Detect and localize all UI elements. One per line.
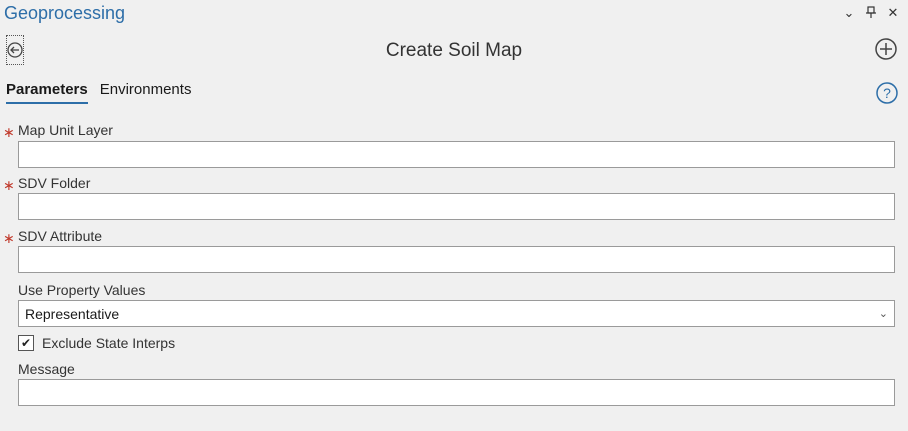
- tab-environments[interactable]: Environments: [100, 81, 192, 104]
- map-unit-layer-input[interactable]: [18, 141, 895, 168]
- tool-header: Create Soil Map: [0, 31, 908, 69]
- pane-title: Geoprocessing: [4, 3, 126, 23]
- pane-controls: ⌄ ✕: [842, 5, 900, 21]
- map-unit-layer-label: Map Unit Layer: [18, 122, 113, 138]
- sdv-folder-input[interactable]: [18, 193, 895, 220]
- required-icon: ∗: [3, 177, 15, 193]
- close-icon[interactable]: ✕: [886, 5, 900, 21]
- required-icon: ∗: [3, 124, 15, 140]
- pin-icon[interactable]: [864, 5, 878, 21]
- help-icon[interactable]: ?: [876, 82, 898, 104]
- exclude-state-interps-row[interactable]: ✔ Exclude State Interps: [18, 335, 175, 351]
- message-label: Message: [18, 361, 75, 377]
- exclude-state-interps-checkbox[interactable]: ✔: [18, 335, 34, 351]
- sdv-attribute-input[interactable]: [18, 246, 895, 273]
- use-property-values-label: Use Property Values: [18, 282, 146, 298]
- message-field[interactable]: [18, 379, 895, 406]
- use-property-values-value: Representative: [25, 305, 120, 322]
- tab-strip: Parameters Environments: [6, 81, 191, 104]
- tab-parameters[interactable]: Parameters: [6, 81, 88, 104]
- exclude-state-interps-label: Exclude State Interps: [42, 335, 176, 351]
- chevron-down-icon: ⌄: [878, 308, 888, 320]
- sdv-attribute-label: SDV Attribute: [18, 228, 103, 244]
- checkmark-icon: ✔: [20, 336, 32, 350]
- tool-title: Create Soil Map: [385, 40, 523, 61]
- add-icon[interactable]: [874, 37, 898, 61]
- sdv-folder-label: SDV Folder: [18, 175, 91, 191]
- svg-text:?: ?: [883, 85, 891, 101]
- pane-options-icon[interactable]: ⌄: [842, 5, 856, 21]
- required-icon: ∗: [3, 230, 15, 246]
- use-property-values-select[interactable]: Representative ⌄: [18, 300, 895, 327]
